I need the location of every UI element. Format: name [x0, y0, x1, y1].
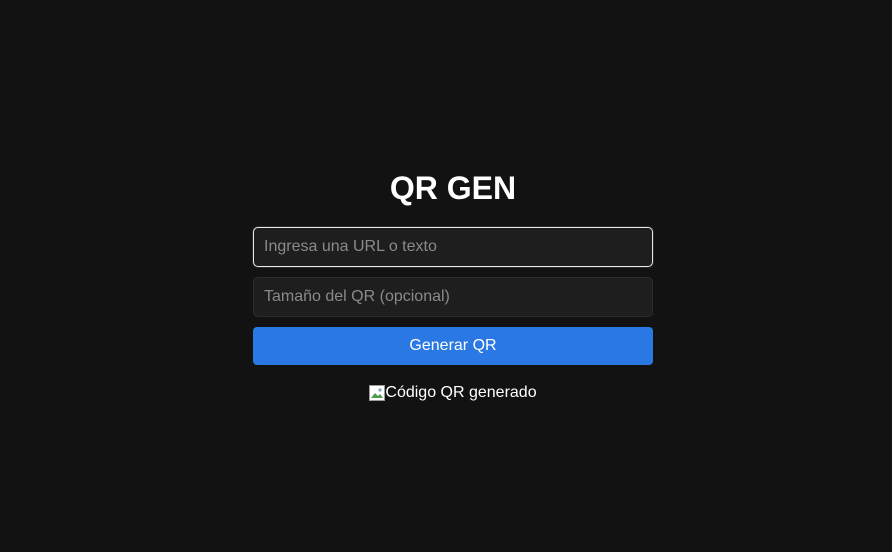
qr-size-input[interactable]: [253, 277, 653, 317]
qr-image-placeholder: Código QR generado: [369, 383, 537, 403]
qr-image-alt-text: Código QR generado: [385, 384, 537, 401]
generate-qr-button[interactable]: Generar QR: [253, 327, 653, 365]
url-input[interactable]: [253, 227, 653, 267]
page-title: QR GEN: [389, 170, 517, 206]
qr-code-image: Código QR generado: [253, 383, 653, 407]
broken-image-icon: [369, 385, 386, 401]
qr-generator-panel: QR GEN Generar QR Código QR generado: [253, 0, 653, 552]
